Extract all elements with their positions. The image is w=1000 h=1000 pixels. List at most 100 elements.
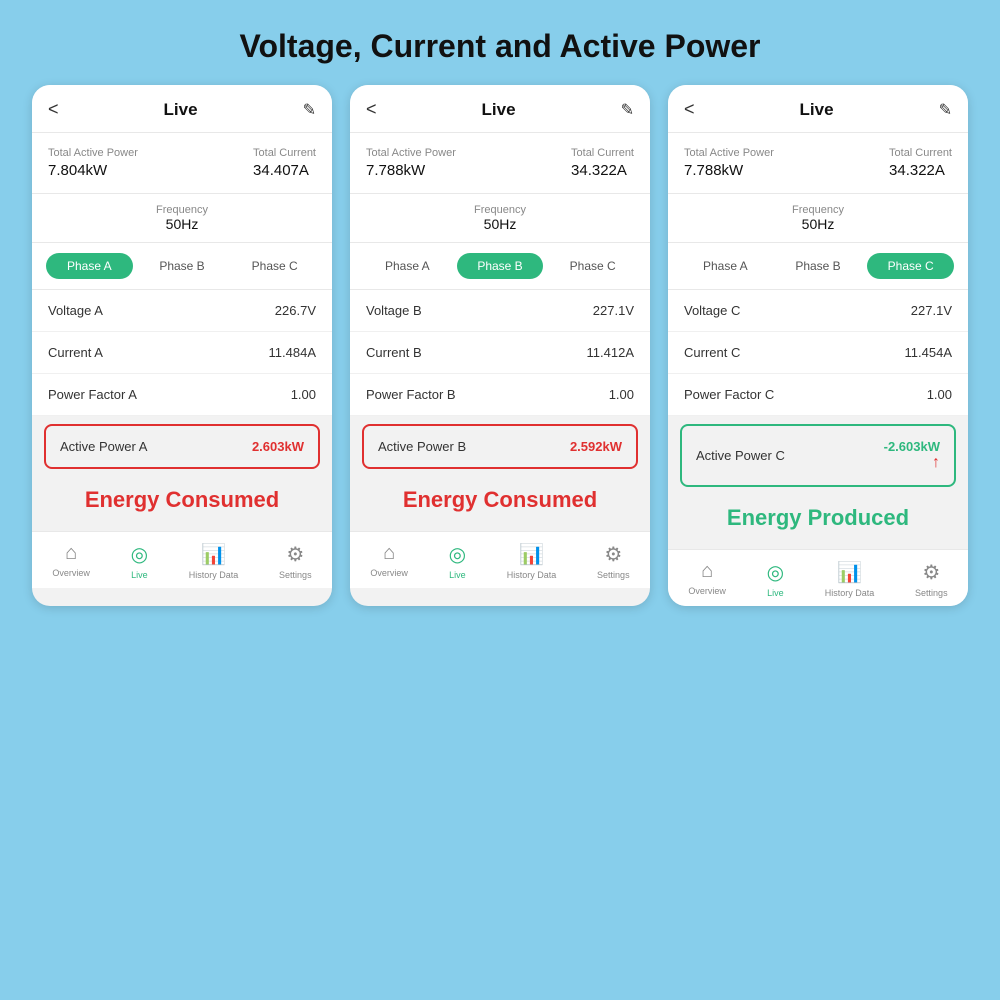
nav-history-b[interactable]: 📊 History Data [507, 542, 557, 580]
row-label-c-0: Voltage C [684, 303, 740, 318]
row-label-b-0: Voltage B [366, 303, 422, 318]
power-label-b: Total Active Power [366, 147, 456, 159]
current-value-a: 34.407A [253, 162, 316, 179]
row-value-b-0: 227.1V [593, 303, 634, 318]
phase-tab-a-0[interactable]: Phase A [46, 253, 133, 279]
row-label-c-1: Current C [684, 345, 740, 360]
nav-overview-b[interactable]: ⌂ Overview [370, 542, 408, 580]
power-label-a: Total Active Power [48, 147, 138, 159]
phase-tab-a-1[interactable]: Phase B [139, 253, 226, 279]
power-stat-c: Total Active Power 7.788kW [684, 147, 774, 179]
phase-tab-c-2[interactable]: Phase C [867, 253, 954, 279]
settings-icon-a: ⚙ [286, 542, 304, 567]
power-label-c: Total Active Power [684, 147, 774, 159]
edit-icon-a[interactable]: ✎ [303, 100, 316, 120]
nav-overview-a[interactable]: ⌂ Overview [52, 542, 90, 580]
row-b-1: Current B 11.412A [350, 332, 650, 374]
power-stat-b: Total Active Power 7.788kW [366, 147, 456, 179]
row-label-a-2: Power Factor A [48, 387, 137, 402]
page-title: Voltage, Current and Active Power [0, 0, 1000, 85]
row-c-0: Voltage C 227.1V [668, 290, 968, 332]
history-icon-a: 📊 [201, 542, 226, 567]
row-b-2: Power Factor B 1.00 [350, 374, 650, 416]
active-power-value-c: -2.603kW [884, 439, 940, 454]
stats-section-b: Total Active Power 7.788kW Total Current… [350, 133, 650, 194]
freq-section-a: Frequency 50Hz [32, 194, 332, 243]
current-value-c: 34.322A [889, 162, 952, 179]
back-button-b[interactable]: < [366, 99, 377, 120]
history-icon-b: 📊 [519, 542, 544, 567]
row-value-a-1: 11.484A [269, 345, 316, 360]
nav-label-overview-c: Overview [688, 586, 726, 596]
power-value-b: 7.788kW [366, 162, 456, 179]
row-a-2: Power Factor A 1.00 [32, 374, 332, 416]
active-power-label-c: Active Power C [696, 448, 785, 463]
header-title-a: Live [164, 100, 198, 120]
data-rows-b: Voltage B 227.1V Current B 11.412A Power… [350, 290, 650, 416]
nav-overview-c[interactable]: ⌂ Overview [688, 560, 726, 598]
nav-live-a[interactable]: ◎ Live [131, 542, 148, 580]
row-value-a-0: 226.7V [275, 303, 316, 318]
current-stat-b: Total Current 34.322A [571, 147, 634, 179]
nav-settings-a[interactable]: ⚙ Settings [279, 542, 312, 580]
nav-label-live-b: Live [449, 570, 466, 580]
freq-label-b: Frequency [366, 204, 634, 216]
energy-label-b: Energy Consumed [350, 477, 650, 527]
phase-tab-b-2[interactable]: Phase C [549, 253, 636, 279]
current-label-c: Total Current [889, 147, 952, 159]
power-stat-a: Total Active Power 7.804kW [48, 147, 138, 179]
data-rows-a: Voltage A 226.7V Current A 11.484A Power… [32, 290, 332, 416]
active-power-label-b: Active Power B [378, 439, 466, 454]
row-value-c-1: 11.454A [905, 345, 952, 360]
nav-live-b[interactable]: ◎ Live [449, 542, 466, 580]
home-icon-c: ⌂ [701, 560, 713, 583]
active-power-row-c: Active Power C -2.603kW ↑ [680, 424, 956, 487]
phase-tabs-c: Phase A Phase B Phase C [668, 243, 968, 290]
nav-label-settings-a: Settings [279, 570, 312, 580]
phase-tab-b-0[interactable]: Phase A [364, 253, 451, 279]
settings-icon-c: ⚙ [922, 560, 940, 585]
active-power-row-b: Active Power B 2.592kW [362, 424, 638, 469]
settings-icon-b: ⚙ [604, 542, 622, 567]
nav-history-c[interactable]: 📊 History Data [825, 560, 875, 598]
live-icon-b: ◎ [449, 542, 466, 567]
phones-container: < Live ✎ Total Active Power 7.804kW Tota… [0, 85, 1000, 606]
row-value-c-2: 1.00 [927, 387, 952, 402]
row-value-b-1: 11.412A [587, 345, 634, 360]
phase-tab-a-2[interactable]: Phase C [231, 253, 318, 279]
header-title-b: Live [482, 100, 516, 120]
edit-icon-c[interactable]: ✎ [939, 100, 952, 120]
row-value-c-0: 227.1V [911, 303, 952, 318]
nav-live-c[interactable]: ◎ Live [767, 560, 784, 598]
row-label-a-1: Current A [48, 345, 103, 360]
nav-settings-c[interactable]: ⚙ Settings [915, 560, 948, 598]
edit-icon-b[interactable]: ✎ [621, 100, 634, 120]
bottom-nav-b: ⌂ Overview ◎ Live 📊 History Data ⚙ Setti… [350, 531, 650, 588]
active-power-row-a: Active Power A 2.603kW [44, 424, 320, 469]
phase-tabs-a: Phase A Phase B Phase C [32, 243, 332, 290]
row-b-0: Voltage B 227.1V [350, 290, 650, 332]
row-c-2: Power Factor C 1.00 [668, 374, 968, 416]
row-a-0: Voltage A 226.7V [32, 290, 332, 332]
back-button-c[interactable]: < [684, 99, 695, 120]
current-stat-a: Total Current 34.407A [253, 147, 316, 179]
nav-label-live-a: Live [131, 570, 148, 580]
energy-label-a: Energy Consumed [32, 477, 332, 527]
nav-settings-b[interactable]: ⚙ Settings [597, 542, 630, 580]
phase-tab-b-1[interactable]: Phase B [457, 253, 544, 279]
phase-tab-c-1[interactable]: Phase B [775, 253, 862, 279]
current-label-b: Total Current [571, 147, 634, 159]
bottom-nav-c: ⌂ Overview ◎ Live 📊 History Data ⚙ Setti… [668, 549, 968, 606]
nav-label-settings-c: Settings [915, 588, 948, 598]
home-icon-a: ⌂ [65, 542, 77, 565]
stats-section-a: Total Active Power 7.804kW Total Current… [32, 133, 332, 194]
nav-history-a[interactable]: 📊 History Data [189, 542, 239, 580]
phone-a-header: < Live ✎ [32, 85, 332, 133]
row-c-1: Current C 11.454A [668, 332, 968, 374]
back-button-a[interactable]: < [48, 99, 59, 120]
phone-c: < Live ✎ Total Active Power 7.788kW Tota… [668, 85, 968, 606]
current-value-b: 34.322A [571, 162, 634, 179]
live-icon-a: ◎ [131, 542, 148, 567]
phase-tab-c-0[interactable]: Phase A [682, 253, 769, 279]
arrow-up-icon-c: ↑ [932, 454, 940, 472]
